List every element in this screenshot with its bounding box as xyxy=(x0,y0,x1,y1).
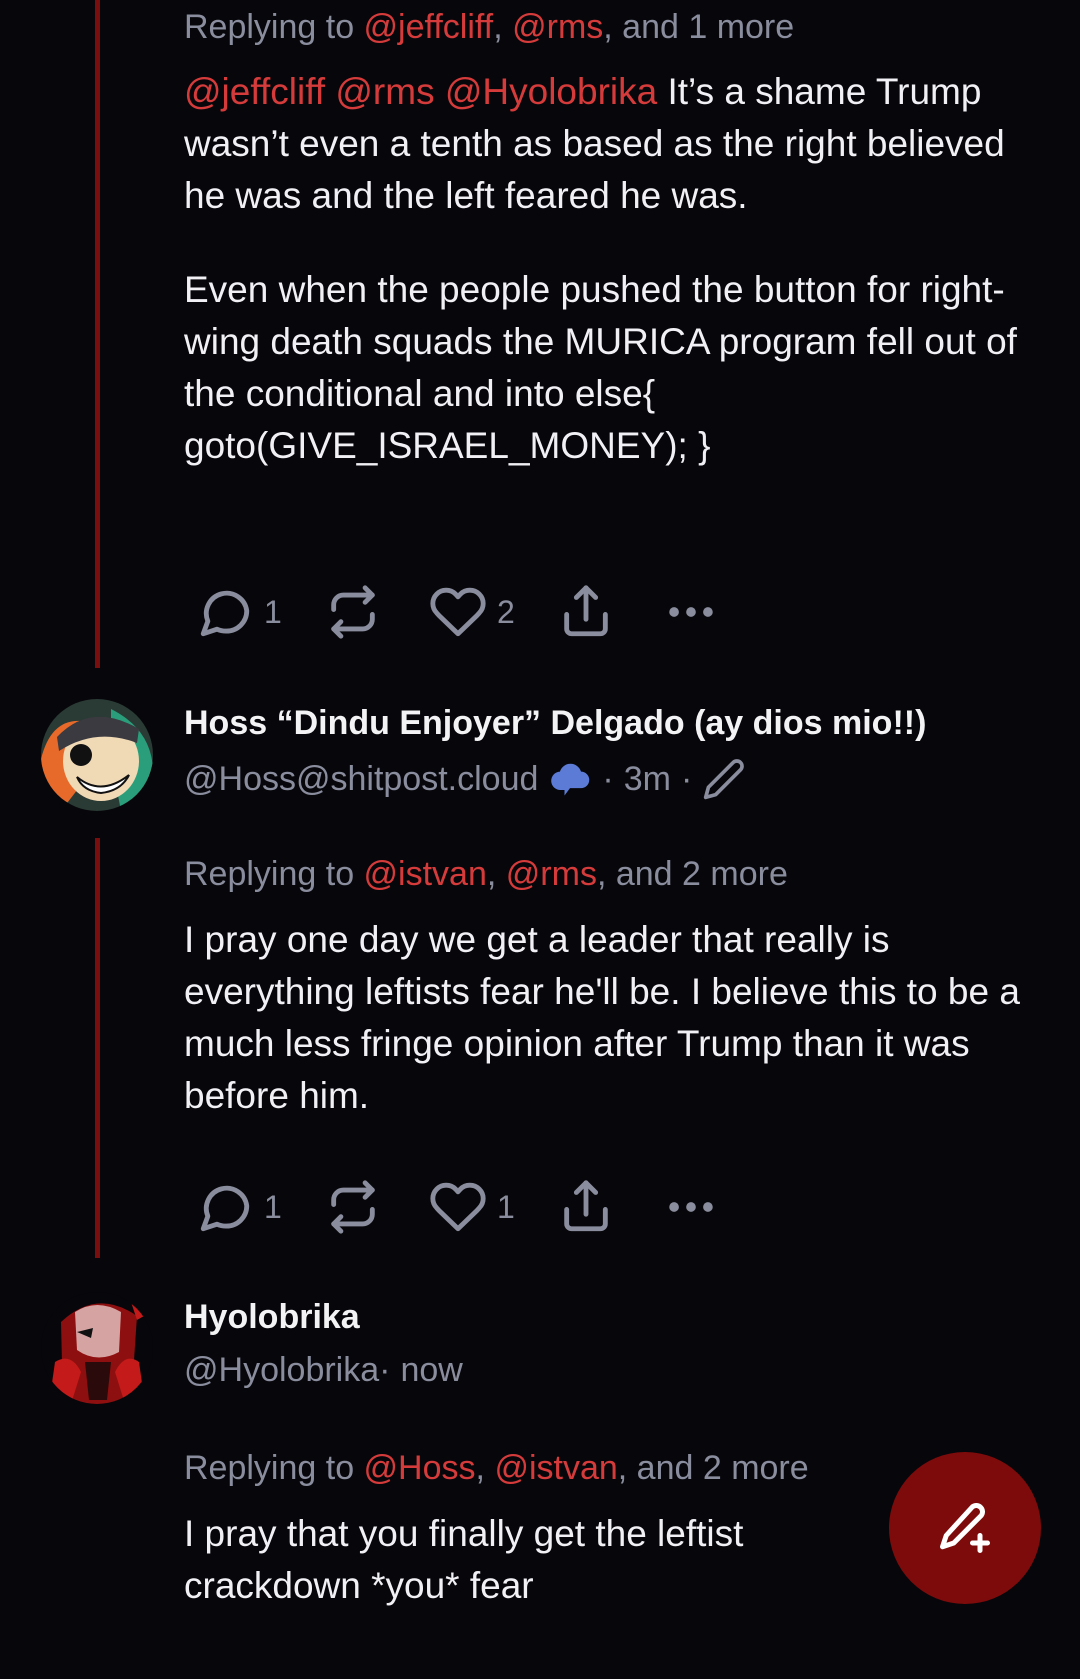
like-count: 2 xyxy=(497,593,515,630)
timestamp[interactable]: now xyxy=(400,1351,462,1390)
reply-button[interactable]: 1 xyxy=(196,1178,324,1236)
reply-button[interactable]: 1 xyxy=(196,583,324,641)
post-body: I pray one day we get a leader that real… xyxy=(184,914,1024,1122)
share-button[interactable] xyxy=(557,1178,662,1236)
replying-label: Replying to xyxy=(184,855,364,893)
pencil-icon xyxy=(702,757,746,801)
display-name[interactable]: Hoss “Dindu Enjoyer” Delgado (ay dios mi… xyxy=(184,704,926,743)
replying-to: Replying to @istvan, @rms, and 2 more xyxy=(184,855,788,894)
more-dots-icon xyxy=(669,1202,713,1212)
meta-separator: · xyxy=(602,759,614,798)
compose-button[interactable] xyxy=(889,1452,1041,1604)
handle-row: @Hyolobrika · now xyxy=(184,1351,463,1390)
handle-row: @Hoss@shitpost.cloud · 3m · xyxy=(184,757,746,801)
avatar-image xyxy=(41,1292,153,1404)
avatar[interactable] xyxy=(41,699,153,811)
replying-to: Replying to @Hoss, @istvan, and 2 more xyxy=(184,1449,809,1488)
heart-icon xyxy=(430,587,486,637)
compose-icon xyxy=(940,1503,990,1553)
chat-bubble-icon xyxy=(200,590,250,637)
display-name[interactable]: Hyolobrika xyxy=(184,1298,360,1337)
like-button[interactable]: 1 xyxy=(429,1178,557,1236)
handle[interactable]: @Hyolobrika xyxy=(184,1351,379,1390)
replying-to: Replying to @jeffcliff, @rms, and 1 more xyxy=(184,8,794,47)
more-mentions[interactable]: , and 2 more xyxy=(618,1449,809,1487)
paragraph: Even when the people pushed the button f… xyxy=(184,269,1017,466)
post-body: @jeffcliff @rms @Hyolobrika It’s a shame… xyxy=(184,66,1024,472)
separator: , xyxy=(475,1449,495,1487)
boost-button[interactable] xyxy=(324,1178,429,1236)
like-button[interactable]: 2 xyxy=(429,583,557,641)
paragraph: I pray one day we get a leader that real… xyxy=(184,919,1020,1116)
separator: , xyxy=(493,8,513,46)
mention-link[interactable]: @jeffcliff xyxy=(364,8,494,46)
share-button[interactable] xyxy=(557,583,662,641)
mention-link[interactable]: @rms xyxy=(506,855,597,893)
separator: , xyxy=(486,855,506,893)
more-button[interactable] xyxy=(662,1178,720,1236)
post-body: I pray that you finally get the leftist … xyxy=(184,1508,844,1612)
chat-bubble-icon xyxy=(200,1185,250,1232)
mention-link[interactable]: @Hoss xyxy=(364,1449,476,1487)
more-button[interactable] xyxy=(662,583,720,641)
reply-count: 1 xyxy=(264,1188,282,1225)
paragraph: I pray that you finally get the leftist … xyxy=(184,1513,744,1606)
mention-link[interactable]: @istvan xyxy=(364,855,487,893)
paragraph: @jeffcliff @rms @Hyolobrika It’s a shame… xyxy=(184,66,1024,222)
reply-count: 1 xyxy=(264,593,282,630)
share-icon xyxy=(564,1180,608,1232)
more-dots-icon xyxy=(669,607,713,617)
repost-icon xyxy=(331,1180,375,1234)
mention-link[interactable]: @istvan xyxy=(494,1449,617,1487)
heart-icon xyxy=(430,1182,486,1232)
cloud-icon xyxy=(548,757,592,801)
meta-separator: · xyxy=(680,759,693,798)
replying-label: Replying to xyxy=(184,8,364,46)
meta-separator: · xyxy=(379,1351,391,1389)
timestamp[interactable]: 3m xyxy=(624,760,671,799)
avatar-image xyxy=(41,699,153,811)
more-mentions[interactable]: , and 1 more xyxy=(603,8,794,46)
share-icon xyxy=(564,585,608,637)
repost-icon xyxy=(331,585,375,639)
more-mentions[interactable]: , and 2 more xyxy=(597,855,788,893)
action-bar: 1 1 xyxy=(196,1178,720,1236)
avatar[interactable] xyxy=(41,1292,153,1404)
mention-link[interactable]: @rms xyxy=(512,8,603,46)
replying-label: Replying to xyxy=(184,1449,364,1487)
like-count: 1 xyxy=(497,1188,515,1225)
thread-line xyxy=(95,838,100,1258)
thread-line xyxy=(95,0,100,668)
mention-link[interactable]: @jeffcliff @rms @Hyolobrika xyxy=(184,71,657,112)
boost-button[interactable] xyxy=(324,583,429,641)
action-bar: 1 2 xyxy=(196,583,720,641)
handle[interactable]: @Hoss@shitpost.cloud xyxy=(184,760,538,799)
